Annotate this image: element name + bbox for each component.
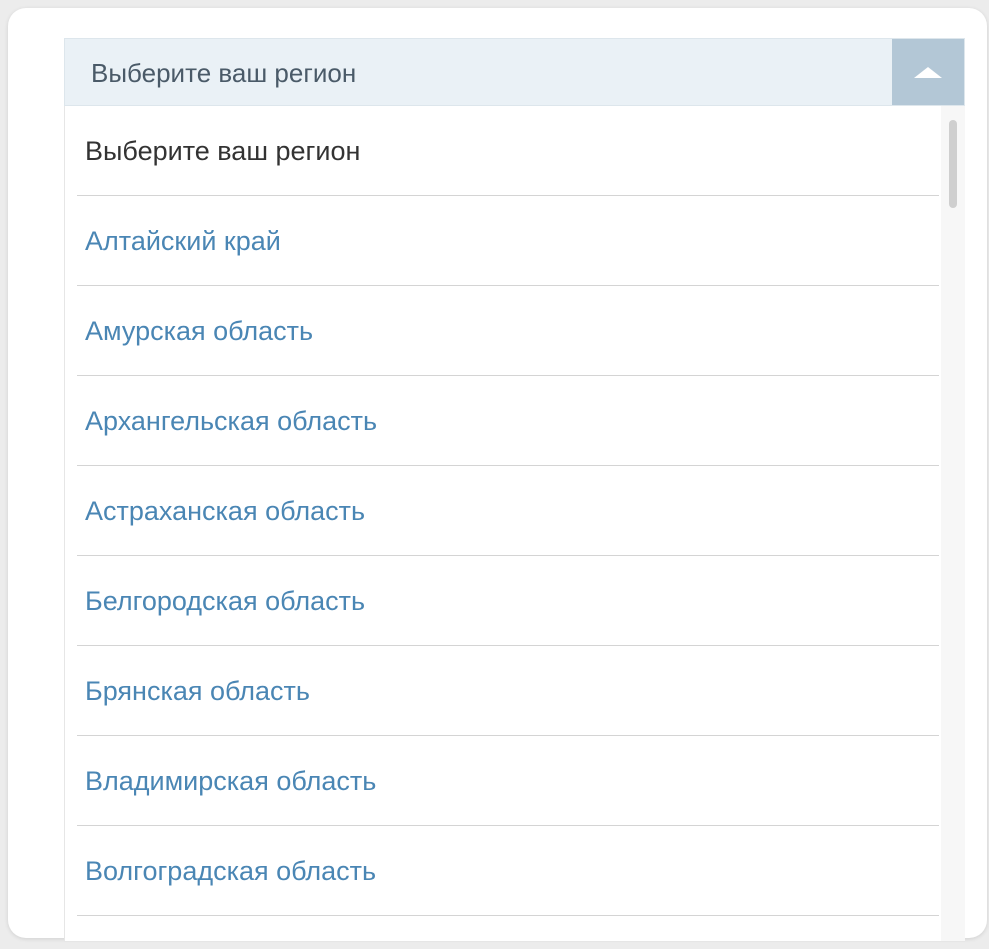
option-label: Владимирская область — [85, 766, 377, 796]
chevron-up-icon — [914, 66, 942, 78]
option-label: Брянская область — [85, 676, 310, 706]
option-bryansk-oblast[interactable]: Брянская область — [77, 646, 939, 736]
region-options-list[interactable]: Выберите ваш регион Алтайский край Амурс… — [64, 106, 965, 942]
option-label: Белгородская область — [85, 586, 366, 616]
option-altai-krai[interactable]: Алтайский край — [77, 196, 939, 286]
option-placeholder[interactable]: Выберите ваш регион — [77, 106, 939, 196]
scrollbar-thumb[interactable] — [949, 120, 957, 208]
region-select-value: Выберите ваш регион — [91, 58, 357, 88]
option-astrakhan-oblast[interactable]: Астраханская область — [77, 466, 939, 556]
dropdown-toggle-button[interactable] — [892, 39, 964, 105]
option-label: Архангельская область — [85, 406, 378, 436]
option-vladimir-oblast[interactable]: Владимирская область — [77, 736, 939, 826]
option-amur-oblast[interactable]: Амурская область — [77, 286, 939, 376]
option-volgograd-oblast[interactable]: Волгоградская область — [77, 826, 939, 916]
option-label: Алтайский край — [85, 226, 281, 256]
region-select-header[interactable]: Выберите ваш регион — [64, 38, 965, 106]
option-label: Астраханская область — [85, 496, 366, 526]
dropdown-card: Выберите ваш регион Выберите ваш регион … — [8, 8, 987, 942]
option-label: Выберите ваш регион — [85, 136, 361, 166]
options-scrollbar[interactable] — [941, 106, 965, 941]
option-belgorod-oblast[interactable]: Белгородская область — [77, 556, 939, 646]
region-select[interactable]: Выберите ваш регион Выберите ваш регион … — [64, 38, 965, 942]
option-label: Волгоградская область — [85, 856, 377, 886]
option-arkhangelsk-oblast[interactable]: Архангельская область — [77, 376, 939, 466]
option-label: Амурская область — [85, 316, 314, 346]
